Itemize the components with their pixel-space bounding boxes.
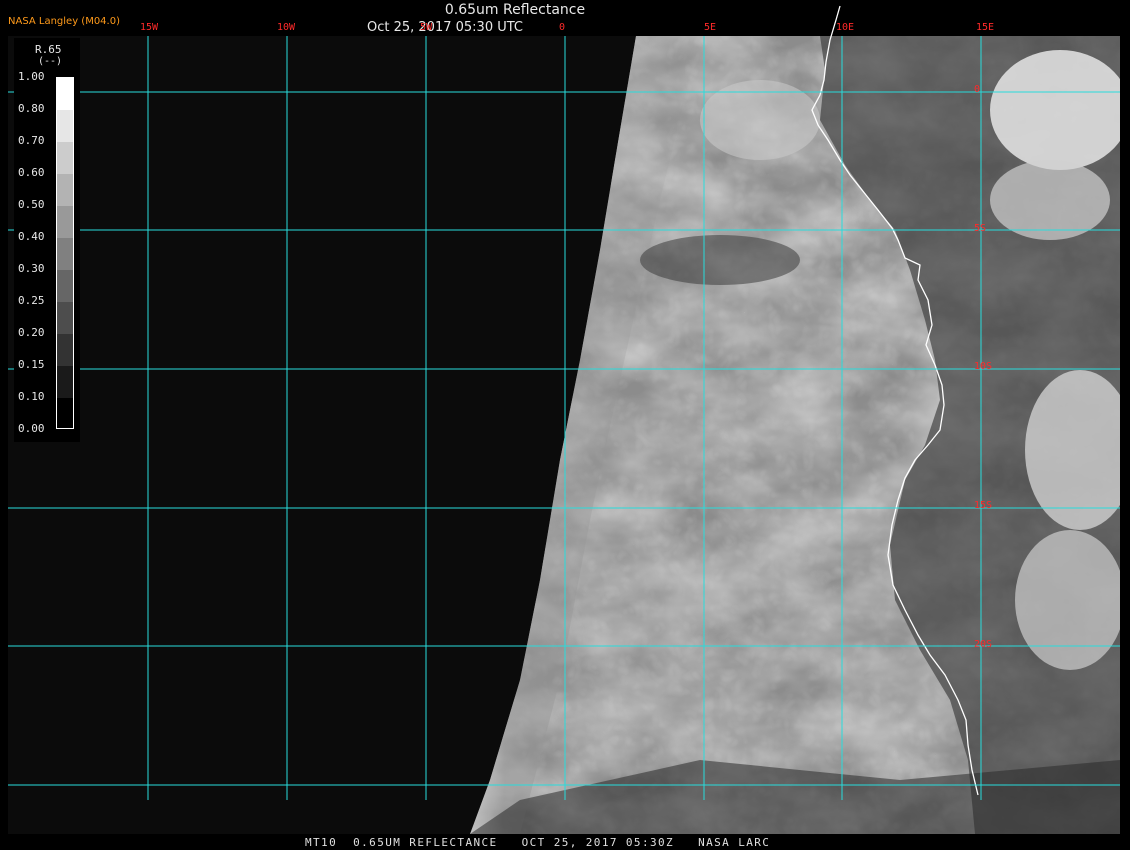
- color-scale-bar: [56, 77, 74, 429]
- lon-label-15w: 15W: [140, 22, 159, 33]
- legend-tick: 0.80: [18, 102, 45, 115]
- legend-variable: R.65: [35, 43, 62, 56]
- image-title: 0.65um Reflectance: [444, 2, 586, 18]
- legend-tick: 0.60: [18, 166, 45, 179]
- legend-tick: 1.00: [18, 70, 45, 83]
- legend-tick: 0.30: [18, 262, 45, 275]
- legend-tick: 0.50: [18, 198, 45, 211]
- lon-label-5e: 5E: [704, 22, 717, 33]
- legend-tick: 0.15: [18, 358, 45, 371]
- lat-label-0: 0: [974, 84, 981, 95]
- lon-label-15e: 15E: [976, 22, 995, 33]
- footer-caption: MT10 0.65UM REFLECTANCE OCT 25, 2017 05:…: [305, 836, 771, 849]
- lon-label-10w: 10W: [277, 22, 296, 33]
- lat-label-5s: 5S: [974, 223, 987, 234]
- legend-tick: 0.10: [18, 390, 45, 403]
- legend-tick: 0.25: [18, 294, 45, 307]
- lat-label-20s: 20S: [974, 639, 993, 650]
- lat-label-15s: 15S: [974, 500, 993, 511]
- lat-label-10s: 10S: [974, 361, 993, 372]
- organization-label: NASA Langley (M04.0): [8, 16, 120, 27]
- image-datetime: Oct 25, 2017 05:30 UTC: [367, 20, 523, 35]
- lon-label-5w: 5W: [420, 22, 433, 33]
- legend-tick: 0.40: [18, 230, 45, 243]
- legend-units: (--): [38, 56, 63, 67]
- lon-label-10e: 10E: [836, 22, 855, 33]
- legend-tick: 0.00: [18, 422, 45, 435]
- legend-tick: 0.70: [18, 134, 45, 147]
- legend-tick: 0.20: [18, 326, 45, 339]
- lon-label-0: 0: [559, 22, 566, 33]
- satellite-map: [8, 5, 1120, 834]
